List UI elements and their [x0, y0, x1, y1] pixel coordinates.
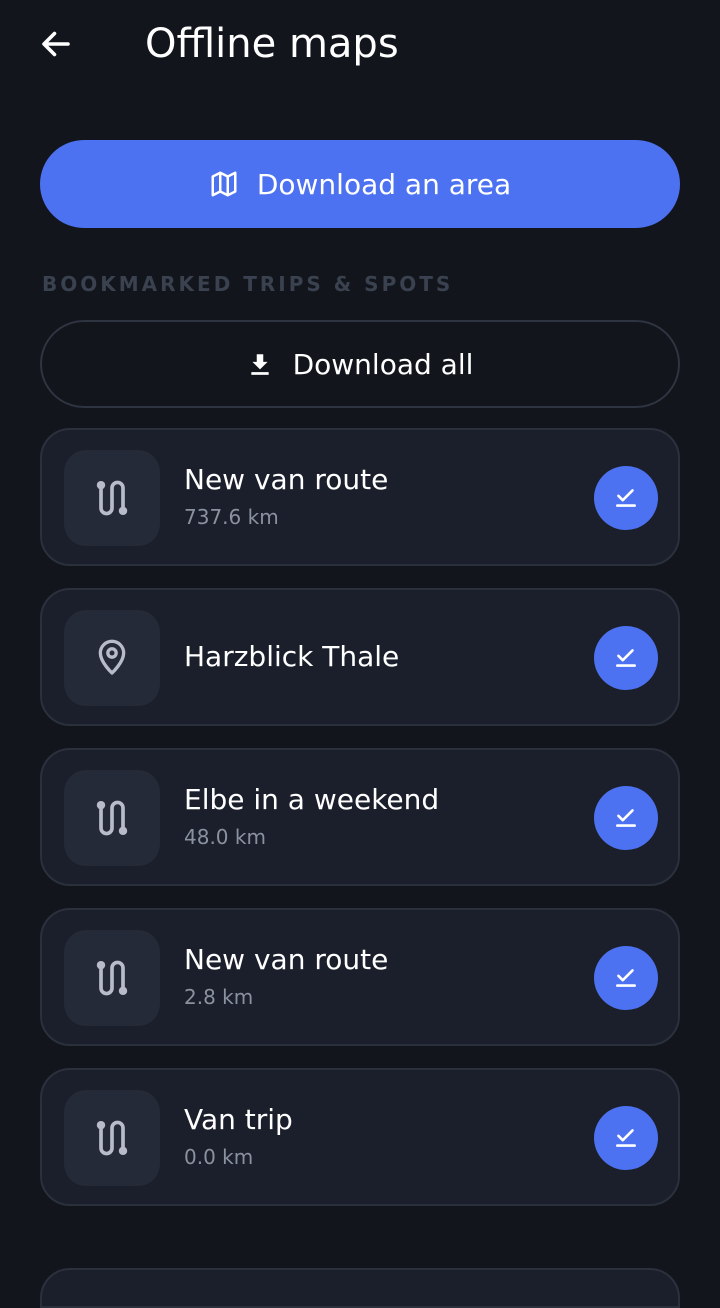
map-icon — [211, 171, 237, 197]
item-thumb — [64, 610, 160, 706]
downloaded-check-icon — [616, 809, 636, 827]
downloaded-status[interactable] — [594, 466, 658, 530]
item-title: Elbe in a weekend — [184, 783, 440, 816]
list-item[interactable]: New van route 2.8 km — [40, 908, 680, 1046]
downloaded-check-icon — [616, 969, 636, 987]
app-bar: Offline maps — [0, 0, 720, 90]
arrow-left-icon — [42, 31, 70, 57]
item-distance: 2.8 km — [184, 985, 254, 1009]
item-title: New van route — [184, 463, 389, 496]
download-all-button[interactable]: Download all — [40, 320, 680, 408]
downloaded-status[interactable] — [594, 946, 658, 1010]
list-item[interactable]: Elbe in a weekend 48.0 km — [40, 748, 680, 886]
bookmarks-list: New van route 737.6 km Harzblick Thale E… — [40, 428, 680, 1206]
downloaded-status[interactable] — [594, 626, 658, 690]
item-title: Harzblick Thale — [184, 640, 400, 673]
next-card-peek — [40, 1268, 680, 1308]
item-thumb — [64, 930, 160, 1026]
route-icon — [96, 1120, 128, 1156]
list-item[interactable]: New van route 737.6 km — [40, 428, 680, 566]
downloaded-check-icon — [616, 649, 636, 667]
download-icon — [250, 354, 269, 375]
page-title: Offline maps — [145, 21, 399, 67]
item-distance: 737.6 km — [184, 505, 279, 529]
downloaded-check-icon — [616, 489, 636, 507]
download-area-label: Download an area — [256, 167, 512, 201]
item-thumb — [64, 1090, 160, 1186]
location-pin-icon — [98, 639, 126, 675]
section-header: BOOKMARKED TRIPS & SPOTS — [42, 272, 454, 296]
route-icon — [96, 800, 128, 836]
item-distance: 48.0 km — [184, 825, 266, 849]
route-icon — [96, 960, 128, 996]
download-all-label: Download all — [292, 347, 474, 381]
downloaded-status[interactable] — [594, 1106, 658, 1170]
item-thumb — [64, 770, 160, 866]
item-title: Van trip — [184, 1103, 293, 1136]
downloaded-status[interactable] — [594, 786, 658, 850]
back-button[interactable] — [28, 16, 84, 72]
downloaded-check-icon — [616, 1129, 636, 1147]
list-item[interactable]: Harzblick Thale — [40, 588, 680, 726]
item-thumb — [64, 450, 160, 546]
item-title: New van route — [184, 943, 389, 976]
list-item[interactable]: Van trip 0.0 km — [40, 1068, 680, 1206]
item-distance: 0.0 km — [184, 1145, 254, 1169]
route-icon — [96, 480, 128, 516]
download-area-button[interactable]: Download an area — [40, 140, 680, 228]
